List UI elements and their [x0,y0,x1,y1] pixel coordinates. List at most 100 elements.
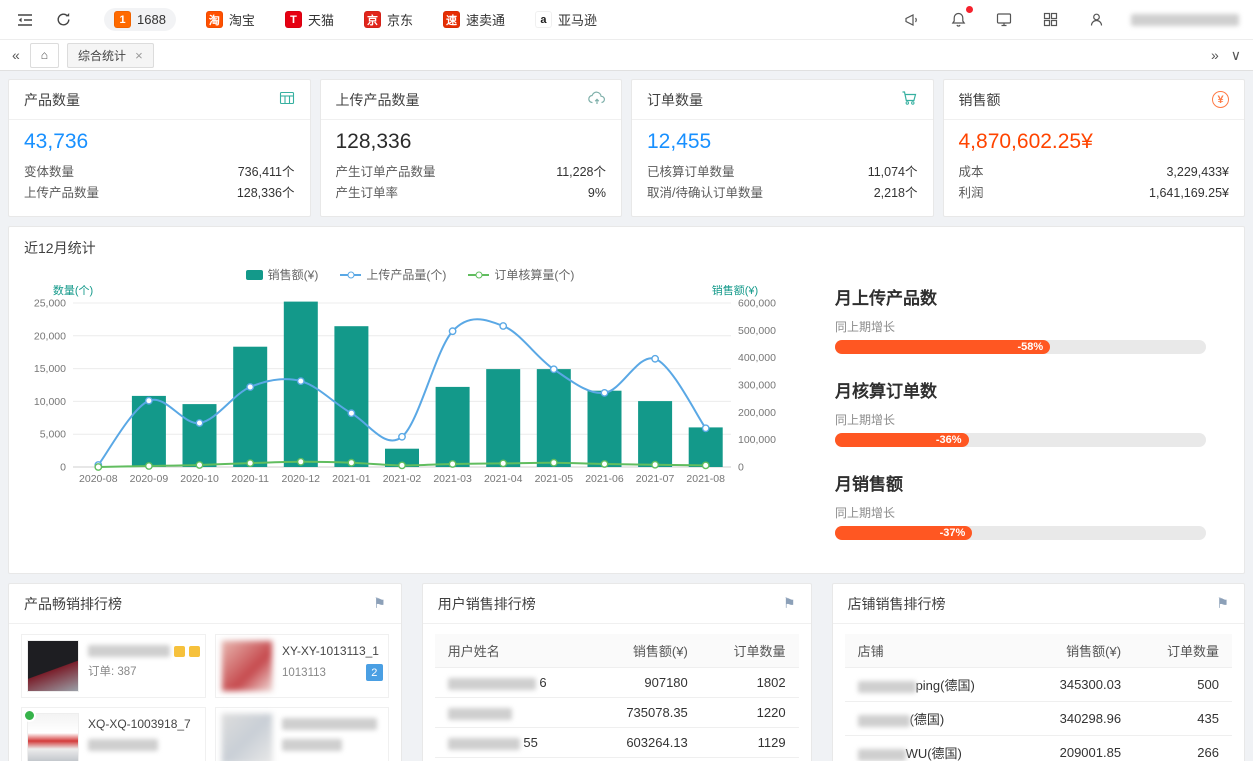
platform-label: 1688 [137,12,166,27]
product-item[interactable]: XQ-XQ-1003918_7 [21,707,206,761]
product-item[interactable] [215,707,389,761]
flag-icon[interactable]: ⚑ [373,595,386,612]
product-image [27,640,79,692]
platform-taobao[interactable]: 淘淘宝 [206,10,255,29]
card-title: 销售额 [959,90,1001,110]
table-row[interactable]: (德国) 340298.96 435 [845,702,1232,736]
flag-icon[interactable]: ⚑ [783,595,796,612]
refresh-icon[interactable] [52,9,74,31]
growth-title: 月销售额 [835,470,1206,495]
column-header[interactable]: 店铺 [845,634,1025,668]
platform-amazon[interactable]: a亚马逊 [535,10,597,29]
name-suffix: WU(德国) [906,746,962,761]
svg-text:10,000: 10,000 [34,396,66,408]
redacted-name [858,749,906,761]
product-image [27,713,79,761]
shop-rank-table: 店铺 销售额(¥) 订单数量 ping(德国) 345300.03 500 [845,634,1232,761]
table-row[interactable]: 266 515658.9 1394 [435,758,799,761]
product-item[interactable]: 订单: 387 [21,634,206,698]
metric-label: 成本 [959,162,984,183]
svg-text:2021-04: 2021-04 [484,473,523,485]
column-header[interactable]: 用户姓名 [435,634,591,668]
collapse-menu-icon[interactable] [14,9,36,31]
table-row[interactable]: WU(德国) 209001.85 266 [845,736,1232,761]
medal-badge [189,646,200,657]
sales-cell: 515658.9 [591,758,701,761]
user-icon[interactable] [1085,9,1107,31]
section-title: 近12月统计 [9,227,1244,262]
metric-label: 上传产品数量 [24,183,99,204]
column-header[interactable]: 订单数量 [701,634,799,668]
stat-card-sales: 销售额 ¥ 4,870,602.25¥ 成本3,229,433¥ 利润1,641… [943,79,1246,217]
svg-text:100,000: 100,000 [738,434,776,446]
monitor-icon[interactable] [993,9,1015,31]
jd-icon: 京 [364,11,381,28]
table-row[interactable]: 6 907180 1802 [435,668,799,698]
svg-text:2021-02: 2021-02 [383,473,422,485]
home-tab[interactable]: ⌂ [30,43,59,68]
bell-icon[interactable] [947,9,969,31]
svg-text:销售额(¥): 销售额(¥) [712,285,758,297]
svg-text:5,000: 5,000 [40,429,66,441]
legend-line-marker [340,274,361,276]
platform-jd[interactable]: 京京东 [364,10,413,29]
tmall-icon: T [285,11,302,28]
platform-1688[interactable]: 11688 [104,8,176,31]
platform-nav: 11688 淘淘宝 T天猫 京京东 速速卖通 a亚马逊 [104,8,597,31]
metric-value: 11,074个 [868,162,918,183]
metric-label: 已核算订单数量 [647,162,735,183]
svg-text:200,000: 200,000 [738,407,776,419]
redacted-text [88,739,158,751]
platform-aliexpress[interactable]: 速速卖通 [443,10,505,29]
card-title: 上传产品数量 [336,90,420,110]
metric-value: 9% [588,183,606,204]
column-header[interactable]: 销售额(¥) [1024,634,1134,668]
product-item[interactable]: XY-XY-1013113_1 10131132 [215,634,389,698]
legend-uploaded[interactable]: 上传产品量(个) [340,266,446,283]
close-tab-icon[interactable]: × [135,49,143,62]
speaker-icon[interactable] [901,9,923,31]
table-row[interactable]: 735078.35 1220 [435,698,799,728]
redacted-text [282,718,377,730]
product-grid: 订单: 387 XY-XY-1013113_1 10131132 XQ- [9,624,401,761]
growth-bar: -58% [835,340,1206,354]
legend-sales[interactable]: 销售额(¥) [246,266,319,283]
platform-tmall[interactable]: T天猫 [285,10,334,29]
growth-panel-column: 月上传产品数 同上期增长 -58% 月核算订单数 同上期增长 -36% 月销售额… [805,262,1244,563]
name-suffix: 6 [539,675,546,690]
cart-icon[interactable] [901,90,918,109]
redacted-name [858,715,910,727]
yen-icon[interactable]: ¥ [1212,91,1229,108]
metric-value: 3,229,433¥ [1166,162,1229,183]
user-info-redacted[interactable] [1131,14,1239,26]
main-content: 产品数量 43,736 变体数量736,411个 上传产品数量128,336个 … [0,71,1253,761]
scroll-tabs-left-icon[interactable]: « [10,47,22,63]
apps-icon[interactable] [1039,9,1061,31]
platform-label: 亚马逊 [558,10,597,29]
status-dot [23,709,36,722]
tab-combined-stats[interactable]: 综合统计 × [67,43,154,68]
column-header[interactable]: 销售额(¥) [591,634,701,668]
sales-cell: 907180 [591,668,701,698]
tab-menu-icon[interactable]: ∨ [1229,47,1243,64]
metric-label: 取消/待确认订单数量 [647,183,763,204]
svg-text:25,000: 25,000 [34,298,66,310]
table-row[interactable]: ping(德国) 345300.03 500 [845,668,1232,702]
orders-cell: 1129 [701,728,799,758]
toolbar-right [901,9,1239,31]
growth-title: 月上传产品数 [835,284,1206,309]
app-root: 11688 淘淘宝 T天猫 京京东 速速卖通 a亚马逊 [0,0,1253,761]
column-header[interactable]: 订单数量 [1134,634,1232,668]
stat-card-row: 产品数量 43,736 变体数量736,411个 上传产品数量128,336个 … [8,79,1245,217]
flag-icon[interactable]: ⚑ [1216,595,1229,612]
scroll-tabs-right-icon[interactable]: » [1209,47,1221,63]
growth-value: -37% [940,527,966,539]
table-icon[interactable] [279,90,295,109]
orders-cell: 435 [1134,702,1232,736]
table-row[interactable]: 55 603264.13 1129 [435,728,799,758]
legend-label: 上传产品量(个) [366,266,446,283]
cloud-upload-icon[interactable] [588,90,606,109]
growth-label: 同上期增长 [835,318,1206,335]
name-suffix: (德国) [910,712,945,727]
legend-settled-orders[interactable]: 订单核算量(个) [468,266,574,283]
